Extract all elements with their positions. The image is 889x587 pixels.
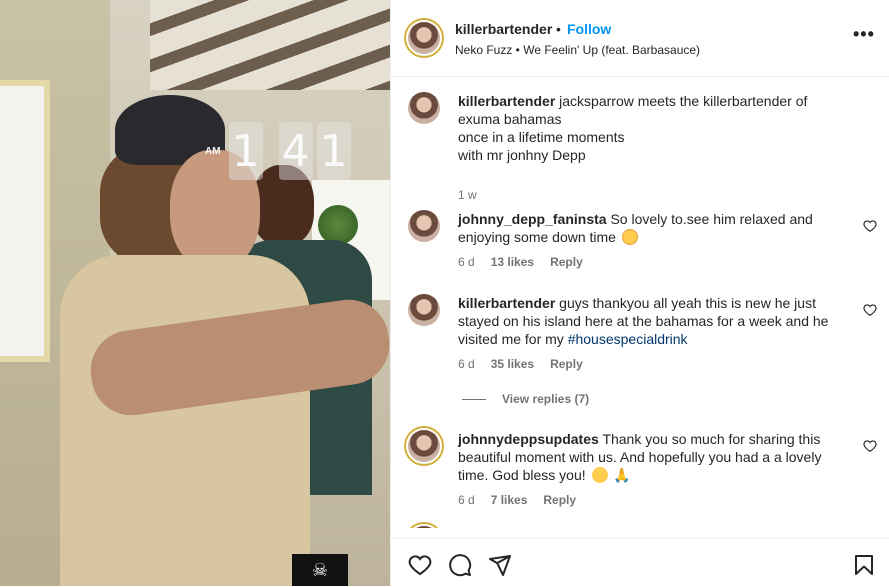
- heart-eyes-emoji-icon: [621, 229, 638, 245]
- comment-icon[interactable]: [448, 553, 472, 577]
- header-username[interactable]: killerbartender: [455, 21, 552, 37]
- comments-list[interactable]: killerbartender jacksparrow meets the ki…: [391, 76, 889, 528]
- view-replies-line: [462, 398, 486, 400]
- bookmark-icon[interactable]: [852, 553, 876, 577]
- avatar[interactable]: [408, 92, 440, 124]
- clock-digit: 4: [278, 122, 313, 180]
- more-options-icon[interactable]: •••: [853, 24, 875, 45]
- skull-flag-icon: ☠: [292, 554, 348, 586]
- heart-icon[interactable]: [408, 553, 432, 577]
- clock-digit: 1: [228, 122, 263, 180]
- comment-username[interactable]: killerbartender: [458, 295, 555, 311]
- like-comment-heart-icon[interactable]: [863, 303, 877, 317]
- clock-ampm: AM: [205, 145, 221, 157]
- comment-likes[interactable]: 35 likes: [491, 357, 534, 371]
- like-comment-heart-icon[interactable]: [863, 439, 877, 453]
- like-comment-heart-icon[interactable]: [863, 219, 877, 233]
- hashtag-link[interactable]: #housespecialdrink: [568, 331, 688, 347]
- view-replies-label[interactable]: View replies (7): [502, 392, 589, 406]
- audio-track[interactable]: Neko Fuzz • We Feelin' Up (feat. Barbasa…: [455, 43, 700, 57]
- follow-button[interactable]: Follow: [567, 21, 611, 37]
- comment-text: killerbartender guys thankyou all yeah t…: [458, 294, 848, 348]
- comment-likes[interactable]: 7 likes: [491, 493, 528, 507]
- clock-digit: 1: [316, 122, 351, 180]
- separator-dot: •: [556, 21, 561, 37]
- caption-line: once in a lifetime moments: [458, 129, 625, 145]
- comment-text: johnny_depp_faninsta So lovely to.see hi…: [458, 210, 848, 246]
- comment-meta: 6 d 35 likes Reply: [458, 357, 583, 371]
- smiling-face-emoji-icon: [591, 467, 608, 483]
- comment-meta: 6 d 13 likes Reply: [458, 255, 583, 269]
- comment-time[interactable]: 6 d: [458, 357, 475, 371]
- comment-meta: 6 d 7 likes Reply: [458, 493, 576, 507]
- caption-line: with mr jonhny Depp: [458, 147, 586, 163]
- comment-username[interactable]: johnny_depp_faninsta: [458, 211, 607, 227]
- photo-window: [0, 80, 50, 362]
- caption-time[interactable]: 1 w: [458, 188, 477, 202]
- comment-likes[interactable]: 13 likes: [491, 255, 534, 269]
- avatar[interactable]: [408, 526, 440, 528]
- post-photo[interactable]: AM 1 4 1 ☠: [0, 0, 390, 586]
- post-actions-bar: [391, 538, 889, 587]
- caption-username[interactable]: killerbartender: [458, 93, 555, 109]
- comment-text: johnnydeppsupdates Thank you so much for…: [458, 430, 848, 484]
- reply-button[interactable]: Reply: [550, 255, 583, 269]
- clock-overlay: AM 1 4 1: [205, 122, 351, 180]
- avatar[interactable]: [408, 210, 440, 242]
- folded-hands-emoji-icon: 🙏: [613, 467, 631, 483]
- post-side-panel: killerbartender • Follow Neko Fuzz • We …: [390, 0, 889, 586]
- reply-button[interactable]: Reply: [543, 493, 576, 507]
- reply-button[interactable]: Reply: [550, 357, 583, 371]
- avatar[interactable]: [408, 430, 440, 462]
- comment-time[interactable]: 6 d: [458, 493, 475, 507]
- photo-ceiling: [150, 0, 390, 90]
- comment-username[interactable]: johnnydeppsupdates: [458, 431, 599, 447]
- avatar[interactable]: [408, 294, 440, 326]
- view-replies-button[interactable]: View replies (7): [462, 392, 589, 406]
- comment-time[interactable]: 6 d: [458, 255, 475, 269]
- share-icon[interactable]: [488, 553, 512, 577]
- post-header: killerbartender • Follow Neko Fuzz • We …: [391, 0, 889, 77]
- caption-meta: 1 w: [458, 188, 477, 202]
- avatar[interactable]: [408, 22, 440, 54]
- caption-text: killerbartender jacksparrow meets the ki…: [458, 92, 848, 164]
